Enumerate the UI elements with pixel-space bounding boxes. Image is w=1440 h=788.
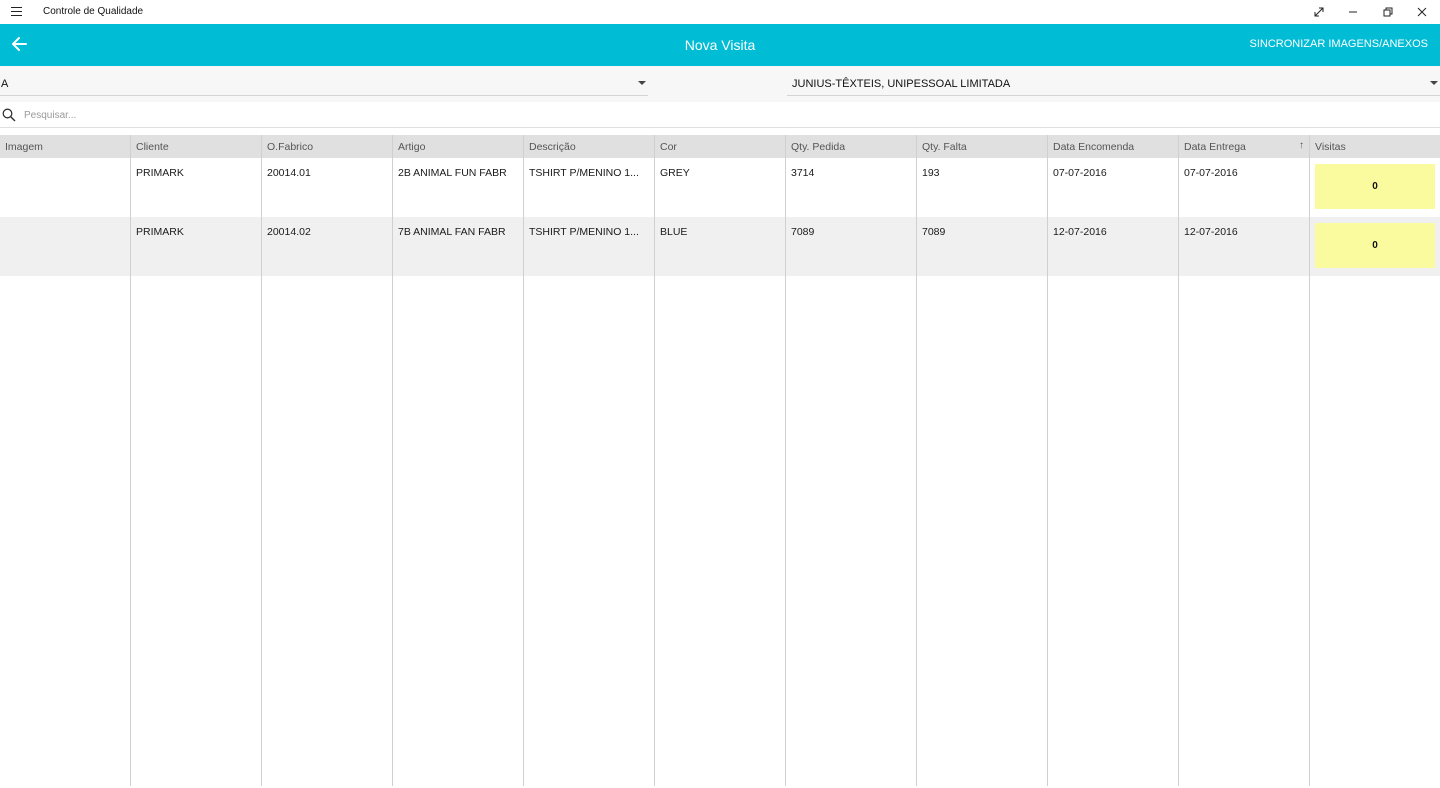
client-select-value: JUNIUS-TÊXTEIS, UNIPESSOAL LIMITADA: [792, 78, 1011, 90]
column-header-data-entrega-label: Data Entrega: [1184, 141, 1246, 153]
filter-bar: A JUNIUS-TÊXTEIS, UNIPESSOAL LIMITADA: [0, 66, 1440, 102]
close-button[interactable]: [1405, 0, 1439, 24]
minimize-icon: [1349, 11, 1357, 13]
cell-qty-falta: 193: [922, 167, 940, 179]
cell-data-encomenda: 07-07-2016: [1053, 167, 1107, 179]
hamburger-icon[interactable]: [11, 7, 22, 17]
column-header-qty-falta[interactable]: Qty. Falta: [917, 135, 1048, 158]
column-header-qty-pedida[interactable]: Qty. Pedida: [786, 135, 917, 158]
minimize-button[interactable]: [1336, 0, 1370, 24]
column-header-imagem[interactable]: Imagem: [0, 135, 131, 158]
app-header: Nova Visita SINCRONIZAR IMAGENS/ANEXOS: [0, 24, 1440, 66]
cell-descricao: TSHIRT P/MENINO 1...: [529, 167, 639, 179]
column-header-visitas[interactable]: Visitas: [1310, 135, 1440, 158]
cell-cor: BLUE: [660, 226, 688, 238]
column-header-cliente[interactable]: Cliente: [131, 135, 262, 158]
visits-count-button[interactable]: 0: [1315, 164, 1435, 209]
sort-ascending-icon: ↑: [1299, 140, 1304, 151]
grid-header: Imagem Cliente O.Fabrico Artigo Descriçã…: [0, 135, 1440, 158]
restore-icon: [1383, 7, 1393, 17]
search-icon: [2, 108, 16, 122]
cell-qty-pedida: 7089: [791, 226, 815, 238]
window-title: Controle de Qualidade: [43, 6, 144, 17]
column-divider: [654, 135, 655, 786]
chevron-down-icon: [638, 81, 646, 85]
column-header-cor[interactable]: Cor: [655, 135, 786, 158]
cell-cliente: PRIMARK: [136, 226, 184, 238]
sync-images-button[interactable]: SINCRONIZAR IMAGENS/ANEXOS: [1250, 38, 1428, 50]
column-divider: [916, 135, 917, 786]
close-icon: [1417, 7, 1427, 17]
cell-data-entrega: 12-07-2016: [1184, 226, 1238, 238]
search-bar: [0, 102, 1440, 128]
cell-qty-pedida: 3714: [791, 167, 815, 179]
chevron-down-icon: [1430, 81, 1438, 85]
cell-qty-falta: 7089: [922, 226, 946, 238]
cell-cor: GREY: [660, 167, 690, 179]
search-input[interactable]: [24, 107, 1424, 123]
column-divider: [392, 135, 393, 786]
column-divider: [1178, 135, 1179, 786]
table-row[interactable]: PRIMARK 20014.02 7B ANIMAL FAN FABR TSHI…: [0, 217, 1440, 276]
page-title: Nova Visita: [684, 37, 756, 53]
window-titlebar: Controle de Qualidade: [0, 0, 1440, 24]
column-header-descricao[interactable]: Descrição: [524, 135, 655, 158]
client-select[interactable]: JUNIUS-TÊXTEIS, UNIPESSOAL LIMITADA: [787, 66, 1440, 96]
cell-descricao: TSHIRT P/MENINO 1...: [529, 226, 639, 238]
cell-artigo: 2B ANIMAL FUN FABR: [398, 167, 507, 179]
column-header-ofabrico[interactable]: O.Fabrico: [262, 135, 393, 158]
fullscreen-button[interactable]: [1302, 0, 1336, 24]
expand-icon: [1314, 7, 1324, 17]
visits-count-button[interactable]: 0: [1315, 223, 1435, 268]
column-divider: [130, 135, 131, 786]
cell-artigo: 7B ANIMAL FAN FABR: [398, 226, 506, 238]
cell-cliente: PRIMARK: [136, 167, 184, 179]
column-divider: [523, 135, 524, 786]
cell-data-encomenda: 12-07-2016: [1053, 226, 1107, 238]
cell-ofabrico: 20014.02: [267, 226, 311, 238]
filter-select-left[interactable]: A: [0, 66, 648, 96]
column-header-data-encomenda[interactable]: Data Encomenda: [1048, 135, 1179, 158]
cell-data-entrega: 07-07-2016: [1184, 167, 1238, 179]
column-divider: [785, 135, 786, 786]
column-header-data-entrega[interactable]: Data Entrega ↑: [1179, 135, 1310, 158]
cell-ofabrico: 20014.01: [267, 167, 311, 179]
column-divider: [1047, 135, 1048, 786]
column-divider: [1309, 135, 1310, 786]
filter-select-left-value: A: [1, 78, 9, 90]
table-row[interactable]: PRIMARK 20014.01 2B ANIMAL FUN FABR TSHI…: [0, 158, 1440, 217]
restore-button[interactable]: [1371, 0, 1405, 24]
column-header-artigo[interactable]: Artigo: [393, 135, 524, 158]
column-divider: [261, 135, 262, 786]
